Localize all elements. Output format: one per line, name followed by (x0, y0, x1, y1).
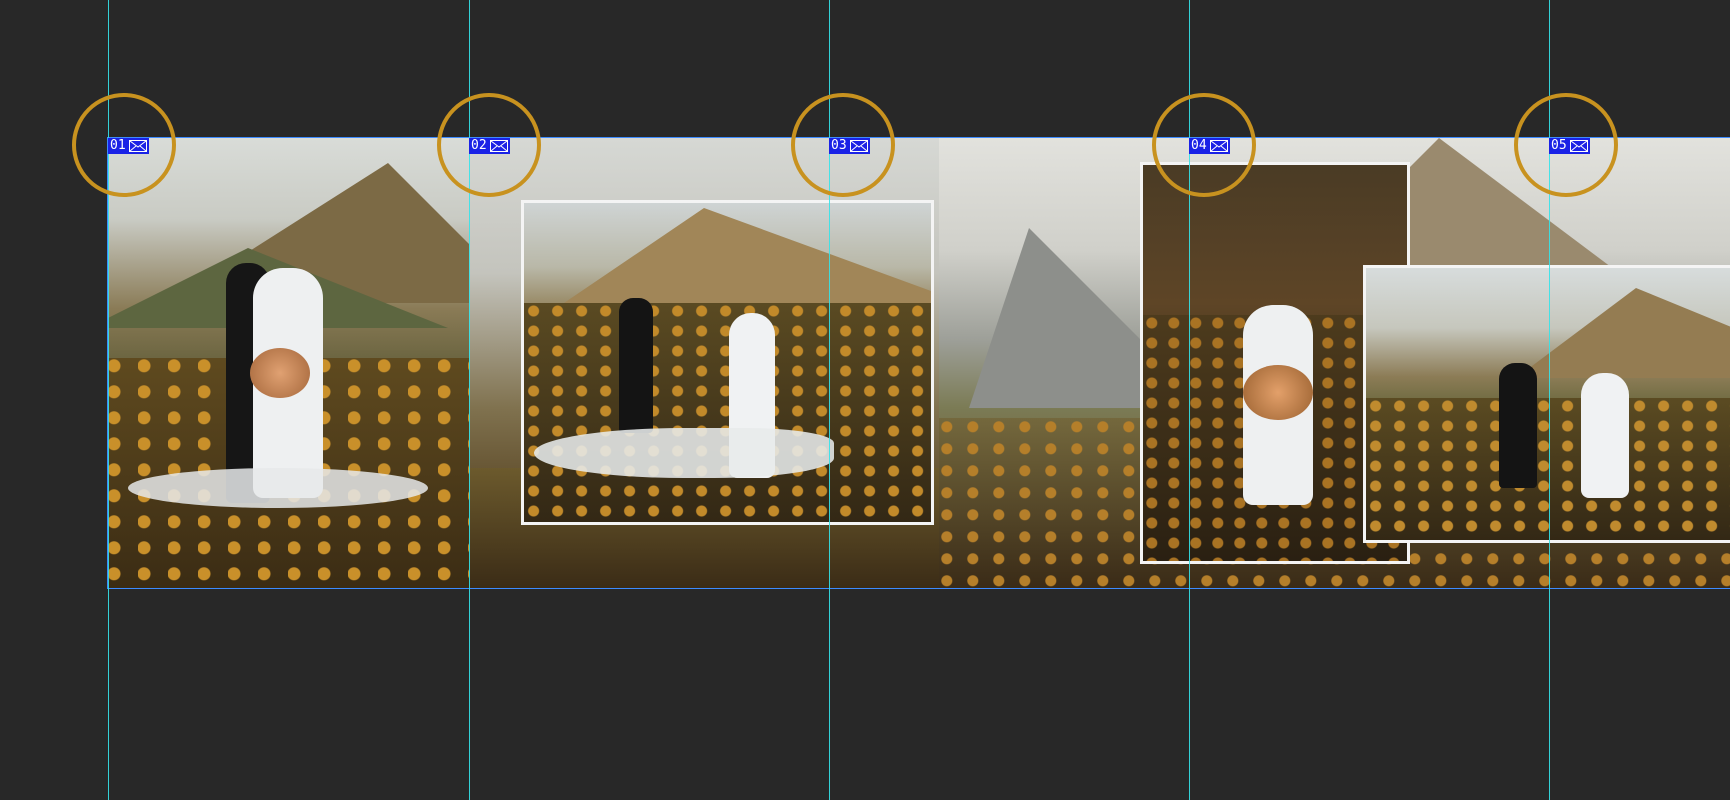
highlight-ring (437, 93, 541, 197)
highlight-ring (1152, 93, 1256, 197)
flower-field (1366, 398, 1730, 540)
flower-field (524, 303, 931, 522)
groom-figure (619, 298, 653, 433)
bride-veil (534, 428, 834, 478)
bride-figure (1581, 373, 1629, 498)
highlight-ring (791, 93, 895, 197)
bouquet (250, 348, 310, 398)
mountain-shape (564, 208, 931, 303)
layout-canvas: 01 02 03 04 05 (0, 0, 1730, 800)
photo-frame-veil[interactable] (521, 200, 934, 525)
photo-frame-first-look[interactable] (1363, 265, 1730, 543)
highlight-ring (72, 93, 176, 197)
bride-veil (128, 468, 428, 508)
photo-couple-embrace[interactable] (108, 138, 469, 588)
groom-figure (1499, 363, 1537, 488)
bouquet (1243, 365, 1313, 420)
spread-strip (107, 137, 1730, 589)
highlight-ring (1514, 93, 1618, 197)
